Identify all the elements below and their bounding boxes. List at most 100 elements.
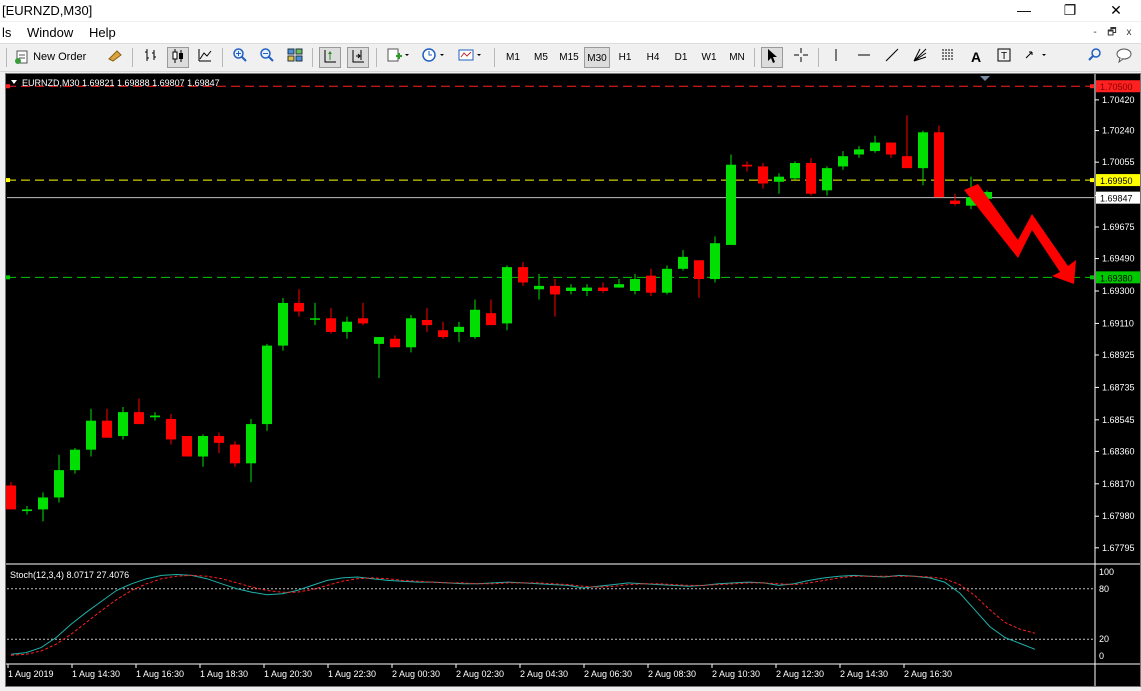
- search-icon[interactable]: [1084, 47, 1106, 68]
- expert-advisors-icon[interactable]: [104, 47, 126, 68]
- timeframe-d1[interactable]: D1: [668, 47, 694, 68]
- tile-icon[interactable]: [284, 47, 306, 68]
- stoch-tick-label: 0: [1099, 651, 1104, 661]
- chat-icon[interactable]: [1113, 47, 1135, 68]
- timeframe-m15[interactable]: M15: [556, 47, 582, 68]
- horizontal-line-icon[interactable]: [853, 47, 875, 68]
- bull-candle: [246, 424, 256, 464]
- zoom-in-icon[interactable]: [229, 47, 251, 68]
- bear-candle: [182, 436, 192, 457]
- text-icon[interactable]: A: [965, 47, 987, 68]
- bull-candle: [86, 420, 96, 450]
- bear-candle: [486, 313, 496, 326]
- bull-candle: [70, 449, 80, 471]
- bull-candle: [150, 415, 160, 418]
- bull-candle: [678, 256, 688, 269]
- mdi-restore-button[interactable]: 🗗: [1105, 26, 1119, 39]
- bear-candle: [934, 132, 944, 198]
- new-order-button[interactable]: New Order: [14, 47, 96, 68]
- timeframe-m1[interactable]: M1: [500, 47, 526, 68]
- price-tick-label: 1.69490: [1102, 254, 1135, 264]
- bull-candle: [454, 326, 464, 332]
- level-anchor-left[interactable]: [6, 84, 10, 89]
- crosshair-icon[interactable]: [790, 47, 812, 68]
- periods-icon[interactable]: [419, 47, 449, 68]
- restore-button[interactable]: ❐: [1047, 0, 1093, 21]
- time-tick-label: 2 Aug 08:30: [648, 669, 696, 679]
- bull-candle: [310, 318, 320, 320]
- bull-candle: [22, 509, 32, 512]
- mdi-minimize-button[interactable]: -: [1088, 26, 1102, 39]
- new-order-label: New Order: [33, 51, 87, 63]
- bull-candle: [470, 309, 480, 338]
- price-tick-label: 1.67795: [1102, 543, 1135, 553]
- line-chart-icon[interactable]: [194, 47, 216, 68]
- menu-help[interactable]: Help: [89, 25, 116, 40]
- mdi-close-button[interactable]: x: [1122, 26, 1136, 39]
- price-tick-label: 1.68170: [1102, 479, 1135, 489]
- menu-tools[interactable]: ls: [2, 25, 11, 40]
- chart-shift-marker-icon[interactable]: [980, 76, 990, 81]
- price-tick-label: 1.68735: [1102, 382, 1135, 392]
- templates-icon[interactable]: [456, 47, 486, 68]
- toolbar-separator: [494, 48, 495, 67]
- fibonacci-fan-icon[interactable]: [909, 47, 931, 68]
- bear-candle: [422, 320, 432, 326]
- time-tick-label: 1 Aug 2019: [8, 669, 54, 679]
- bull-candle: [790, 163, 800, 179]
- bull-candle: [374, 337, 384, 344]
- timeframe-h1[interactable]: H1: [612, 47, 638, 68]
- cursor-icon[interactable]: [761, 47, 783, 68]
- bear-candle: [806, 163, 816, 194]
- bull-candle: [710, 243, 720, 280]
- level-price-label: 1.70500: [1100, 82, 1133, 92]
- bear-candle: [950, 200, 960, 204]
- bar-chart-icon[interactable]: [140, 47, 162, 68]
- chart-window[interactable]: 1.702401.700551.698601.696751.694901.693…: [5, 73, 1141, 687]
- bear-candle: [886, 142, 896, 155]
- menu-window[interactable]: Window: [27, 25, 73, 40]
- level-anchor-left[interactable]: [6, 178, 10, 183]
- bull-candle: [630, 279, 640, 291]
- bull-candle: [534, 285, 544, 290]
- autoscroll-icon[interactable]: [319, 47, 341, 68]
- trendline-icon[interactable]: [881, 47, 903, 68]
- timeframe-m5[interactable]: M5: [528, 47, 554, 68]
- down-arrow-annotation[interactable]: [964, 184, 1076, 284]
- candle-chart-icon[interactable]: [167, 47, 189, 68]
- bull-candle: [198, 436, 208, 457]
- chart-header: EURNZD,M30 1.69821 1.69888 1.69807 1.698…: [22, 78, 220, 88]
- bull-candle: [822, 168, 832, 191]
- timeframe-mn[interactable]: MN: [724, 47, 750, 68]
- menu-bar: ls Window Help - 🗗 x: [0, 22, 1141, 44]
- bull-candle: [118, 412, 128, 437]
- toolbar: New Order M1 M5 M15 M30 H1 H4 D1 W1 MN A…: [0, 44, 1141, 72]
- price-tick-label: 1.70240: [1102, 126, 1135, 136]
- level-anchor-right[interactable]: [1090, 275, 1094, 280]
- bull-candle: [662, 268, 672, 293]
- chart-shift-icon[interactable]: [347, 47, 369, 68]
- time-tick-label: 1 Aug 16:30: [136, 669, 184, 679]
- bull-candle: [854, 149, 864, 155]
- level-anchor-right[interactable]: [1090, 178, 1094, 183]
- stoch-tick-label: 80: [1099, 584, 1109, 594]
- price-tick-label: 1.67980: [1102, 511, 1135, 521]
- toolbar-separator: [132, 48, 133, 67]
- zoom-out-icon[interactable]: [256, 47, 278, 68]
- vertical-line-icon[interactable]: [825, 47, 847, 68]
- timeframe-h4[interactable]: H4: [640, 47, 666, 68]
- bear-candle: [550, 285, 560, 295]
- indicators-icon[interactable]: [384, 47, 412, 68]
- label-icon[interactable]: T: [993, 47, 1015, 68]
- bear-candle: [646, 275, 656, 293]
- arrows-icon[interactable]: [1021, 47, 1051, 68]
- minimize-button[interactable]: —: [1001, 0, 1047, 21]
- bull-candle: [582, 287, 592, 291]
- timeframe-m30[interactable]: M30: [584, 47, 610, 68]
- level-anchor-left[interactable]: [6, 275, 10, 280]
- timeframe-w1[interactable]: W1: [696, 47, 722, 68]
- close-button[interactable]: ✕: [1093, 0, 1139, 21]
- price-chart[interactable]: 1.702401.700551.698601.696751.694901.693…: [6, 74, 1140, 686]
- level-anchor-right[interactable]: [1090, 84, 1094, 89]
- fibonacci-icon[interactable]: [937, 47, 959, 68]
